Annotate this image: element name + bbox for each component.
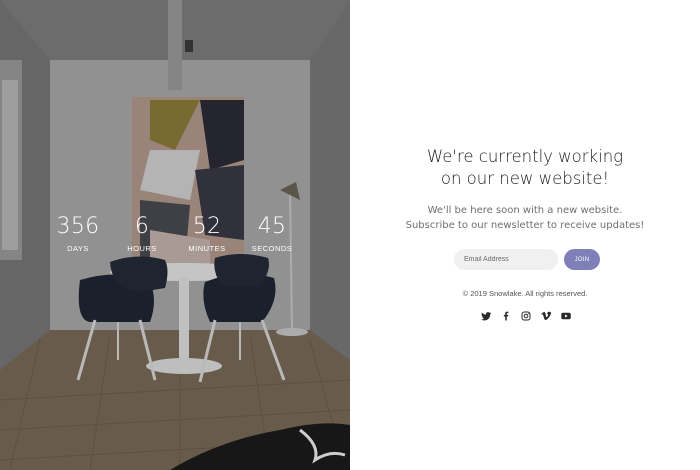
headline-line-1: We're currently working xyxy=(426,147,624,166)
countdown-days: 356 DAYS xyxy=(48,214,108,254)
countdown-hours-value: 6 xyxy=(134,214,150,239)
youtube-icon[interactable] xyxy=(560,310,572,322)
instagram-icon[interactable] xyxy=(520,310,532,322)
page-headline: We're currently working on our new websi… xyxy=(350,146,700,190)
countdown-days-label: DAYS xyxy=(67,244,89,253)
vimeo-icon[interactable] xyxy=(540,310,552,322)
subtitle-line-2: Subscribe to our newsletter to receive u… xyxy=(405,220,645,231)
countdown-minutes: 52 MINUTES xyxy=(177,214,237,254)
coming-soon-panel: We're currently working on our new websi… xyxy=(350,0,700,470)
countdown-timer: 356 DAYS 6 HOURS 52 MINUTES 45 SECONDS xyxy=(0,0,350,470)
countdown-seconds: 45 SECONDS xyxy=(242,214,302,254)
countdown-minutes-value: 52 xyxy=(192,214,222,239)
newsletter-form: JOIN xyxy=(454,249,600,270)
hero-photo: 356 DAYS 6 HOURS 52 MINUTES 45 SECONDS xyxy=(0,0,350,470)
facebook-icon[interactable] xyxy=(500,310,512,322)
copyright-text: © 2019 Snowlake. All rights reserved. xyxy=(462,289,588,298)
countdown-seconds-value: 45 xyxy=(257,214,287,239)
countdown-minutes-label: MINUTES xyxy=(188,244,226,253)
twitter-icon[interactable] xyxy=(480,310,492,322)
countdown-days-value: 356 xyxy=(56,214,100,239)
subtitle-line-1: We'll be here soon with a new website. xyxy=(427,205,623,216)
social-links xyxy=(480,309,572,323)
countdown-hours: 6 HOURS xyxy=(112,214,172,254)
headline-line-2: on our new website! xyxy=(440,169,610,188)
countdown-hours-label: HOURS xyxy=(127,244,157,253)
page-subtitle: We'll be here soon with a new website. S… xyxy=(350,203,700,233)
email-input[interactable] xyxy=(454,249,558,270)
countdown-seconds-label: SECONDS xyxy=(251,244,293,253)
join-button[interactable]: JOIN xyxy=(564,249,600,270)
